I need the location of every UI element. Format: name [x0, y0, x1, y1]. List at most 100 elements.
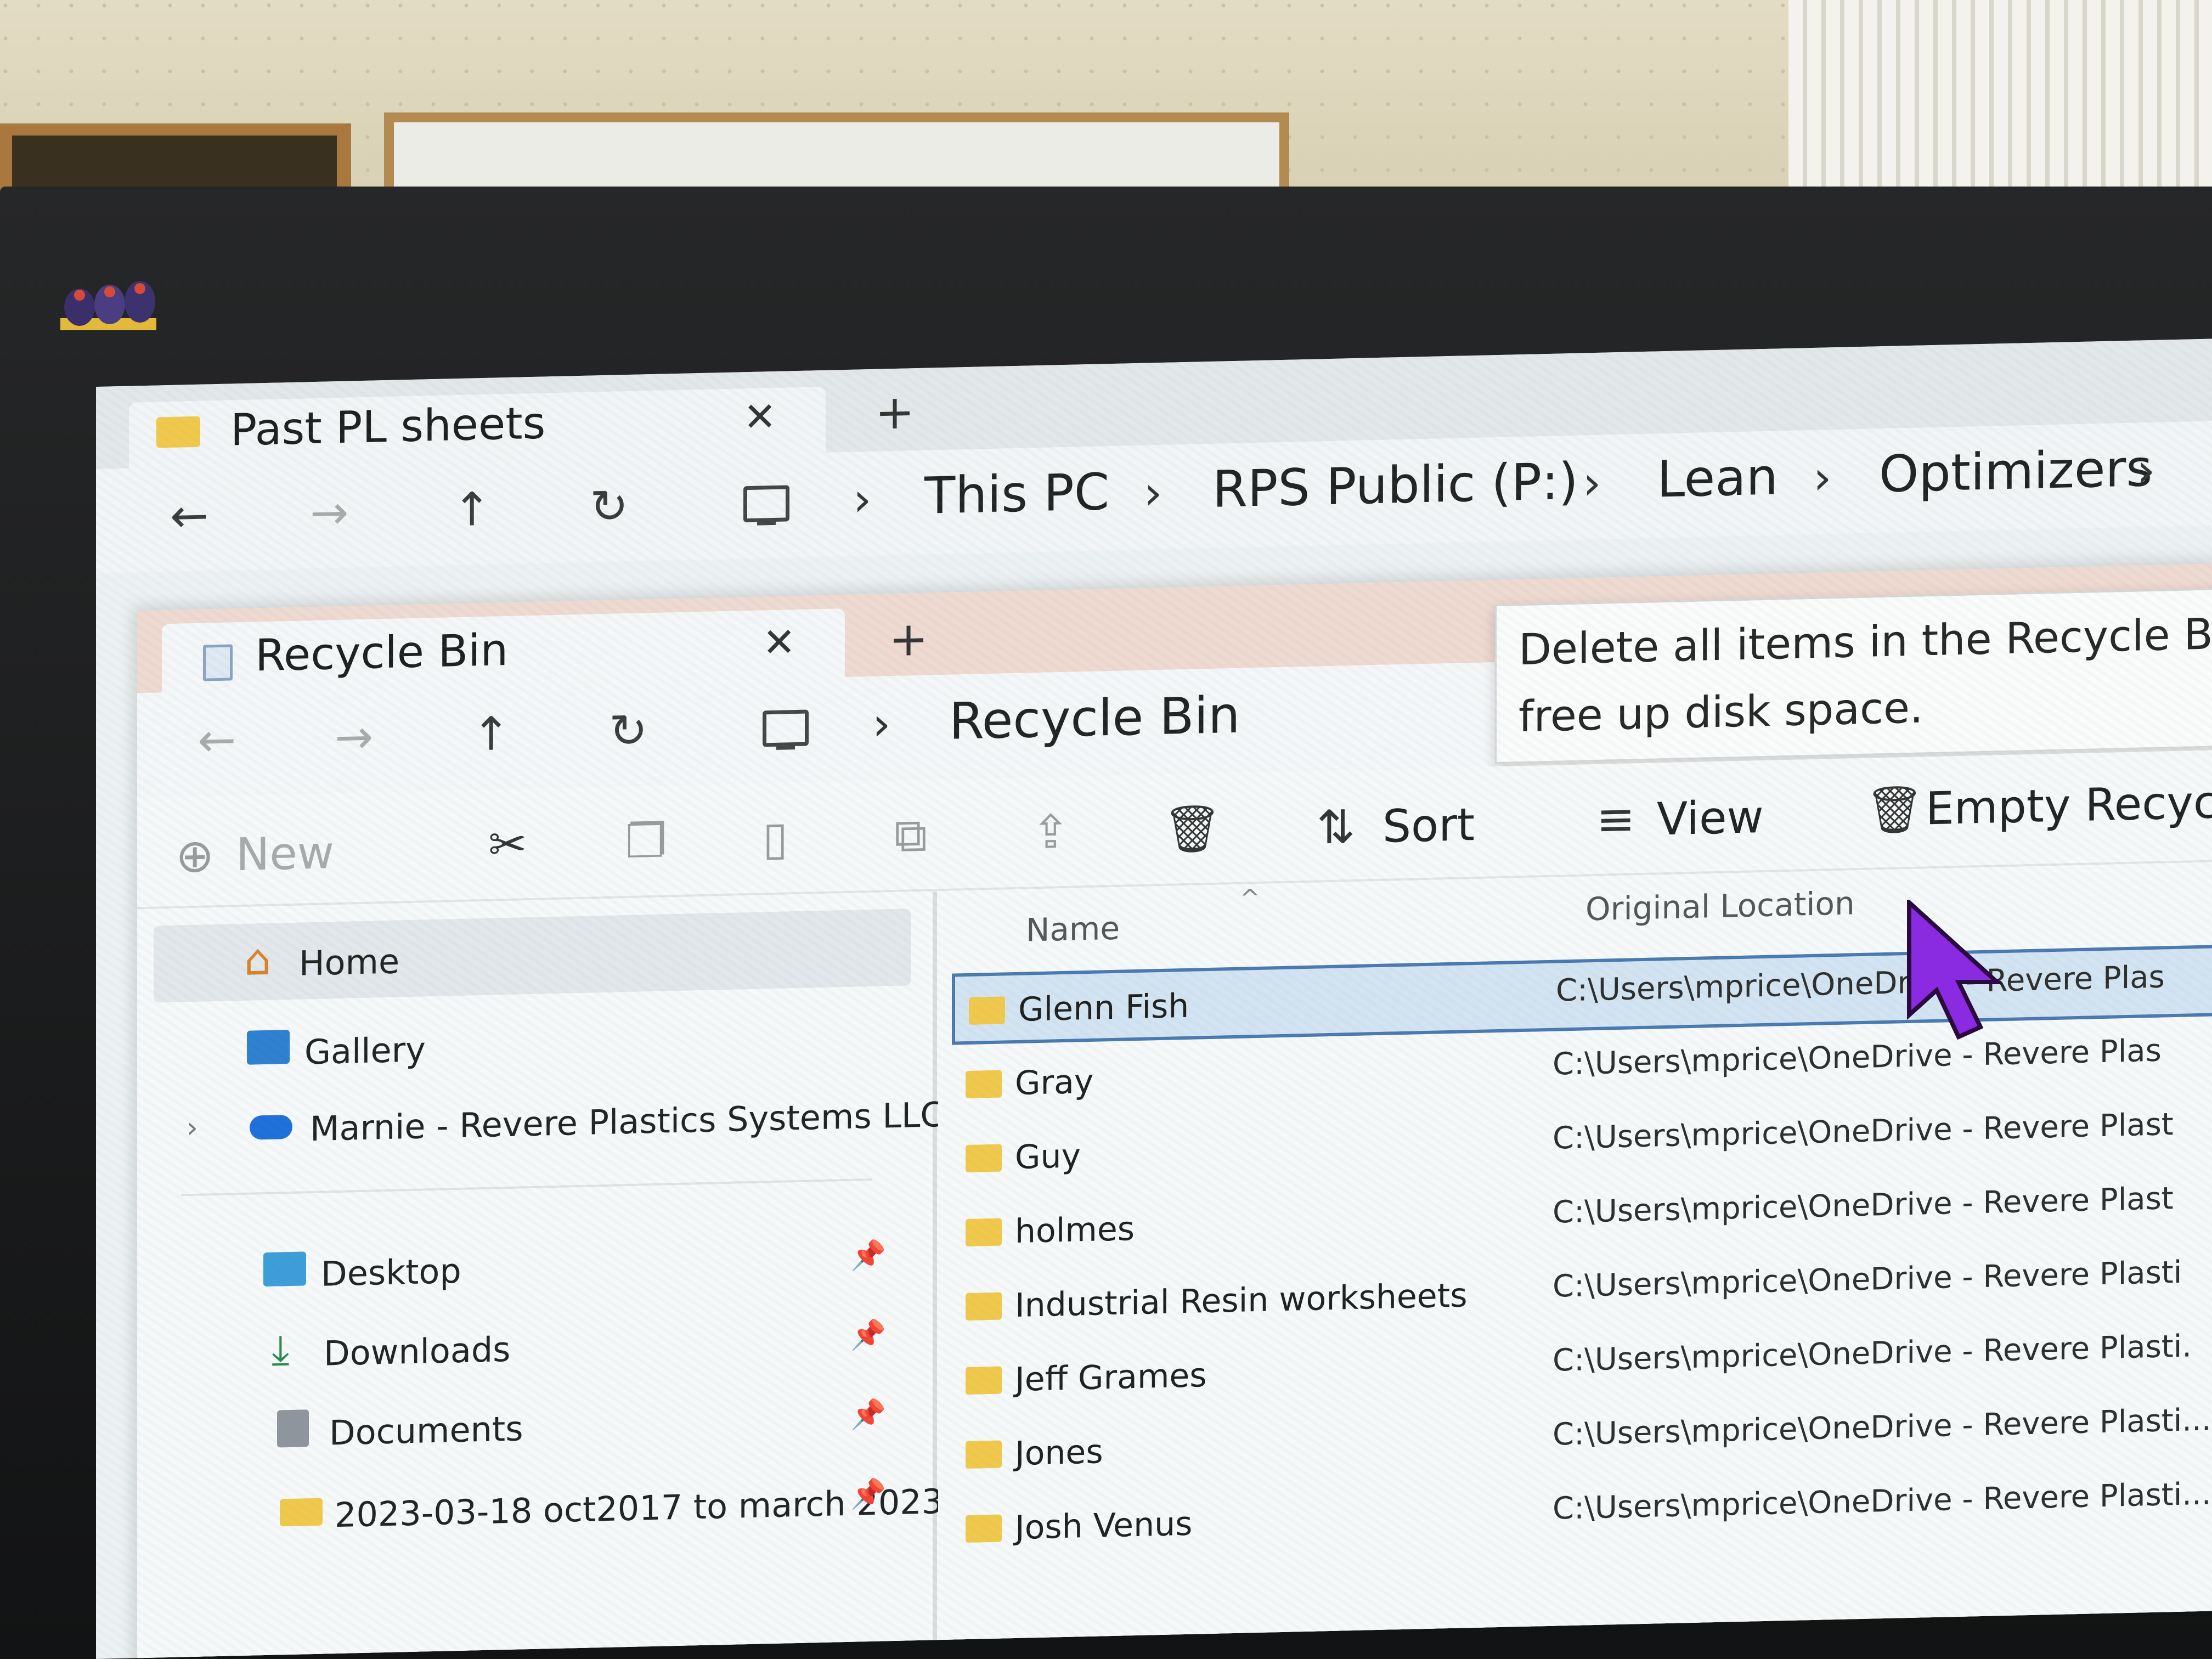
mouse-cursor-icon	[1907, 900, 2003, 1040]
folder-icon	[156, 416, 200, 448]
sidebar-item-label: Home	[299, 941, 400, 984]
original-location: C:\Users\mprice\OneDrive - Revere Plast	[1553, 1107, 2174, 1156]
forward-arrow-icon[interactable]: →	[335, 710, 373, 765]
sidebar-item-label: Marnie - Revere Plastics Systems LLC	[310, 1094, 944, 1149]
gallery-icon	[247, 1029, 290, 1065]
desktop-icon	[263, 1251, 306, 1287]
breadcrumb-rps-public[interactable]: RPS Public (P:)	[1212, 452, 1578, 519]
pin-icon[interactable]: 📌	[850, 1477, 886, 1511]
empty-recycle-bin-tooltip: Delete all items in the Recycle Bir free…	[1495, 587, 2212, 764]
scissors-icon[interactable]: ✂	[488, 817, 527, 872]
forward-arrow-icon[interactable]: →	[310, 486, 348, 540]
file-name: Jones	[1015, 1432, 1103, 1473]
breadcrumb-separator: ›	[2137, 443, 2155, 498]
sidebar-item-gallery[interactable]: Gallery	[154, 999, 911, 1082]
folder-icon	[966, 1366, 1002, 1395]
breadcrumb-separator: ›	[1583, 455, 1601, 510]
folder-icon	[966, 1292, 1002, 1321]
close-tab-icon[interactable]: ✕	[743, 393, 776, 440]
folder-icon	[966, 1144, 1002, 1173]
sort-caret-icon: ^	[1240, 884, 1260, 913]
sidebar-item-label: Desktop	[321, 1250, 461, 1294]
paste-icon[interactable]: ▯	[763, 811, 788, 865]
window-blinds	[1788, 0, 2212, 187]
back-arrow-icon[interactable]: ←	[198, 713, 236, 768]
original-location: C:\Users\mprice\OneDrive - Revere Plas	[1553, 1032, 2162, 1082]
recycle-bin-icon	[203, 644, 233, 681]
delete-icon[interactable]: 🗑	[1163, 801, 1222, 856]
file-name: Glenn Fish	[1018, 986, 1189, 1029]
sidebar-item-downloads[interactable]: ⤓ Downloads 📌	[154, 1301, 911, 1384]
original-location: C:\Users\mprice\OneDrive - Revere Plasti…	[1553, 1476, 2211, 1527]
documents-icon	[277, 1409, 309, 1448]
original-location: C:\Users\mprice\OneDrive - Revere Plasti…	[1553, 1328, 2192, 1379]
sidebar-item-label: Gallery	[304, 1029, 426, 1073]
file-name: Jeff Grames	[1015, 1356, 1207, 1399]
original-location: C:\Users\mprice\OneDrive - Revere Plasti…	[1553, 1402, 2211, 1453]
tab-title: Past PL sheets	[230, 397, 546, 456]
tab-title: Recycle Bin	[255, 624, 509, 681]
file-name: holmes	[1015, 1210, 1135, 1251]
folder-icon	[966, 1218, 1002, 1247]
breadcrumb-this-pc[interactable]: This PC	[924, 462, 1109, 526]
chevron-right-icon[interactable]: ›	[187, 1111, 198, 1144]
empty-bin-icon: 🗑	[1865, 782, 1924, 837]
folder-icon	[966, 1070, 1002, 1099]
file-name: Josh Venus	[1015, 1504, 1193, 1547]
folder-icon	[966, 1514, 1002, 1543]
view-icon: ≡	[1596, 792, 1635, 847]
original-location: C:\Users\mprice\OneDrive - Revere Plast	[1553, 1181, 2174, 1231]
new-tab-icon[interactable]: +	[889, 612, 928, 668]
up-arrow-icon[interactable]: ↑	[453, 482, 491, 537]
home-icon: ⌂	[244, 935, 272, 985]
this-pc-icon[interactable]	[743, 485, 789, 523]
share-icon[interactable]: ⇪	[1031, 805, 1070, 860]
pin-icon[interactable]: 📌	[850, 1238, 886, 1272]
new-button[interactable]: New	[236, 827, 334, 881]
folder-icon	[969, 996, 1005, 1025]
breadcrumb-optimizers[interactable]: Optimizers	[1879, 439, 2152, 504]
sidebar-item-desktop[interactable]: Desktop 📌	[154, 1221, 911, 1304]
refresh-icon[interactable]: ↻	[609, 703, 647, 758]
onedrive-cloud-icon	[250, 1114, 292, 1140]
breadcrumb-recycle-bin[interactable]: Recycle Bin	[949, 686, 1240, 751]
up-arrow-icon[interactable]: ↑	[472, 707, 510, 761]
sidebar-item-onedrive[interactable]: › Marnie - Revere Plastics Systems LLC	[154, 1079, 944, 1161]
sidebar-item-folder-2023[interactable]: 2023-03-18 oct2017 to march 2023 📌	[154, 1460, 943, 1543]
column-header-name[interactable]: Name	[1026, 910, 1120, 949]
breadcrumb-lean[interactable]: Lean	[1657, 447, 1778, 509]
view-button[interactable]: View	[1657, 791, 1764, 845]
bird-sticker-icon	[60, 281, 156, 330]
file-name: Industrial Resin worksheets	[1015, 1276, 1468, 1325]
breadcrumb-separator: ›	[853, 472, 872, 527]
sort-icon: ⇅	[1317, 799, 1356, 855]
file-name: Gray	[1015, 1062, 1094, 1103]
file-name: Guy	[1015, 1137, 1081, 1177]
sort-button[interactable]: Sort	[1383, 799, 1475, 853]
close-tab-icon[interactable]: ✕	[763, 619, 795, 665]
new-tab-icon[interactable]: +	[875, 385, 915, 441]
pin-icon[interactable]: 📌	[850, 1318, 886, 1352]
sidebar-item-documents[interactable]: Documents 📌	[154, 1380, 911, 1463]
breadcrumb-separator: ›	[1144, 465, 1163, 520]
recycle-bin-window: Recycle Bin ✕ + ← → ↑ ↻ › Recycle Bin De…	[137, 563, 2212, 1659]
original-location: C:\Users\mprice\OneDrive - Revere Plas	[1556, 959, 2165, 1009]
back-arrow-icon[interactable]: ←	[170, 488, 208, 543]
column-header-original-location[interactable]: Original Location	[1585, 884, 1855, 928]
navigation-pane: ⌂ Home Gallery › Marnie - Revere Plastic…	[137, 891, 944, 1659]
pin-icon[interactable]: 📌	[850, 1397, 886, 1431]
breadcrumb-separator: ›	[872, 697, 891, 751]
rename-icon[interactable]: ⧉	[894, 808, 927, 863]
original-location: C:\Users\mprice\OneDrive - Revere Plasti	[1553, 1254, 2182, 1305]
breadcrumb-separator: ›	[1813, 450, 1832, 505]
sidebar-item-label: Downloads	[324, 1329, 511, 1374]
file-list: Name ^ Original Location Glenn Fish C:\U…	[938, 862, 2212, 1659]
sidebar-divider	[181, 1178, 872, 1197]
copy-icon[interactable]: ❐	[625, 814, 667, 868]
sidebar-item-label: Documents	[329, 1408, 523, 1453]
empty-recycle-bin-button[interactable]: Empty Recycle	[1926, 776, 2212, 836]
sidebar-item-home[interactable]: ⌂ Home	[154, 909, 911, 1003]
folder-icon	[280, 1498, 323, 1527]
this-pc-icon[interactable]	[763, 709, 809, 747]
refresh-icon[interactable]: ↻	[590, 479, 628, 534]
